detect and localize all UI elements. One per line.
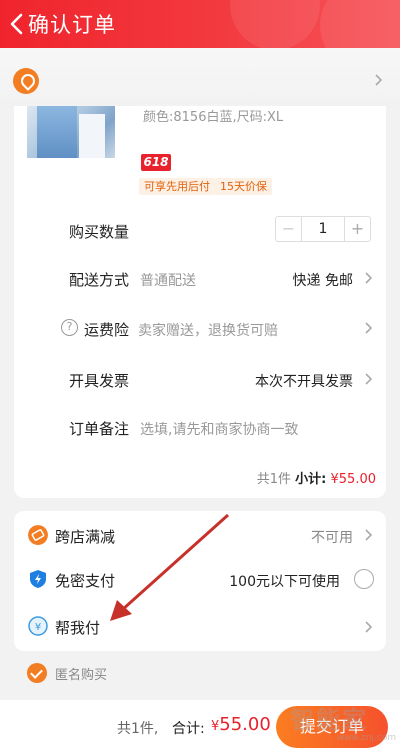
payment-options-card: 跨店满减 不可用 免密支付 100元以下可使用 ¥ 帮我付 bbox=[14, 511, 386, 651]
cross-store-value: 不可用 bbox=[311, 530, 353, 546]
total-label: 合计: bbox=[172, 721, 205, 737]
chevron-right-icon bbox=[365, 373, 373, 385]
cross-store-label: 跨店满减 bbox=[55, 528, 116, 546]
product-spec: 颜色:8156白蓝,尺码:XL bbox=[143, 110, 284, 125]
item-count: 共1件 bbox=[256, 472, 292, 487]
password-free-radio[interactable] bbox=[354, 569, 374, 589]
help-icon[interactable]: ? bbox=[61, 319, 78, 336]
shield-icon bbox=[30, 570, 46, 588]
total-amount: ¥55.00 bbox=[211, 714, 271, 735]
tag-price-protect: 15天价保 bbox=[215, 178, 272, 195]
order-note-input[interactable]: 选填,请先和商家协商一致 bbox=[140, 419, 298, 439]
anonymous-purchase-row[interactable]: 匿名购买 bbox=[0, 660, 400, 690]
header-bar: 确认订单 bbox=[0, 0, 400, 70]
password-free-label: 免密支付 bbox=[55, 572, 116, 590]
chevron-right-icon bbox=[365, 322, 373, 334]
chevron-right-icon bbox=[365, 272, 373, 284]
quantity-decrease-button[interactable]: − bbox=[276, 217, 302, 241]
quantity-stepper: − 1 + bbox=[275, 216, 371, 242]
order-note-label: 订单备注 bbox=[69, 420, 130, 438]
header-decoration bbox=[230, 0, 320, 50]
page-title: 确认订单 bbox=[28, 13, 116, 37]
delivery-value: 快递 免邮 bbox=[292, 273, 353, 289]
delivery-label: 配送方式 bbox=[69, 271, 130, 289]
invoice-value: 本次不开具发票 bbox=[255, 374, 353, 390]
quantity-increase-button[interactable]: + bbox=[344, 217, 370, 241]
bottom-item-count: 共1件, bbox=[117, 721, 159, 737]
subtotal-amount: ¥55.00 bbox=[330, 472, 377, 487]
svg-text:¥: ¥ bbox=[35, 622, 41, 633]
order-card: 颜色:8156白蓝,尺码:XL 618 可享先用后付 15天价保 购买数量 − … bbox=[14, 106, 386, 498]
help-me-pay-label: 帮我付 bbox=[55, 619, 101, 637]
checkbox-checked-icon[interactable] bbox=[27, 663, 47, 683]
order-summary: 共1件 小计: ¥55.00 bbox=[257, 468, 376, 487]
watermark: 智能家 bbox=[290, 706, 368, 734]
insurance-description: 卖家赠送，退换货可赔 bbox=[138, 323, 278, 339]
yuan-coin-icon: ¥ bbox=[28, 616, 48, 636]
address-selector[interactable] bbox=[0, 48, 400, 106]
invoice-label: 开具发票 bbox=[69, 372, 130, 390]
insurance-label: 运费险 bbox=[84, 321, 130, 339]
watermark-url: www.znj.com bbox=[337, 733, 397, 743]
anonymous-purchase-label: 匿名购买 bbox=[55, 668, 108, 683]
subtotal-label: 小计: bbox=[295, 472, 327, 487]
quantity-label: 购买数量 bbox=[69, 223, 130, 241]
coupon-icon bbox=[28, 525, 48, 545]
total-value: 55.00 bbox=[219, 714, 271, 735]
tag-pay-later: 可享先用后付 bbox=[139, 178, 215, 195]
chevron-right-icon bbox=[365, 529, 373, 541]
quantity-value[interactable]: 1 bbox=[302, 217, 344, 241]
delivery-method: 普通配送 bbox=[140, 273, 196, 289]
promo-badge-618: 618 bbox=[141, 154, 171, 171]
location-icon bbox=[13, 68, 39, 94]
password-free-value: 100元以下可使用 bbox=[229, 574, 340, 590]
chevron-right-icon bbox=[375, 74, 383, 86]
chevron-right-icon bbox=[365, 621, 373, 633]
product-image[interactable] bbox=[27, 106, 115, 158]
